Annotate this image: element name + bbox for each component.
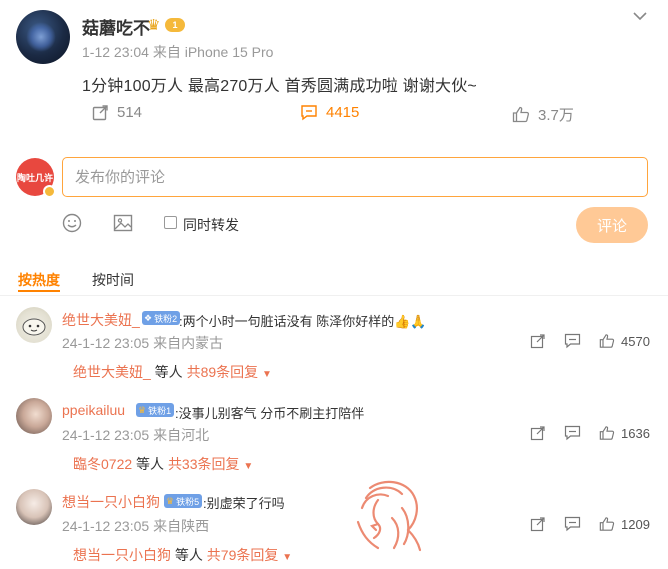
fan-badge: ♛ 铁粉1 xyxy=(136,403,175,417)
thumbs-up-icon[interactable] xyxy=(599,425,615,441)
post-meta: 1-12 23:04 来自 iPhone 15 Pro xyxy=(82,42,273,62)
reply-others-label: 等人 xyxy=(132,456,168,472)
comment-button[interactable]: 4415 xyxy=(300,104,359,121)
verified-icon xyxy=(43,185,56,198)
watermark-illustration xyxy=(348,478,428,554)
repost-count: 514 xyxy=(117,104,143,121)
comment-location: 来自河北 xyxy=(153,427,210,443)
like-button[interactable]: 3.7万 xyxy=(512,104,574,125)
repost-button[interactable]: 514 xyxy=(92,104,142,121)
thumbs-up-icon[interactable] xyxy=(599,333,615,349)
active-tab-underline xyxy=(18,290,60,292)
post-source: 来自 iPhone 15 Pro xyxy=(152,44,274,60)
tab-sort-time[interactable]: 按时间 xyxy=(92,270,134,290)
reply-icon[interactable] xyxy=(564,333,581,349)
reply-icon[interactable] xyxy=(564,516,581,532)
submit-comment-button[interactable]: 评论 xyxy=(576,207,648,243)
reply-count[interactable]: 共89条回复 xyxy=(187,364,259,380)
thumbs-up-icon[interactable] xyxy=(599,516,615,532)
reply-author[interactable]: 绝世大美妞_ xyxy=(73,364,151,380)
comment-meta: 24-1-12 23:05 来自河北 xyxy=(62,425,209,445)
comment-text: :两个小时一句脏话没有 陈泽你好样的👍🙏 xyxy=(179,314,427,329)
share-icon[interactable] xyxy=(530,516,546,532)
comment-time: 24-1-12 23:05 xyxy=(62,518,150,534)
comment-count: 4415 xyxy=(326,104,360,121)
comment-like-count: 4570 xyxy=(621,333,650,349)
crown-icon: ♛ xyxy=(138,404,147,415)
reply-others-label: 等人 xyxy=(150,364,187,380)
comment-location: 来自内蒙古 xyxy=(153,335,224,351)
comment-avatar[interactable] xyxy=(16,307,52,343)
fan-badge: ♛ 铁粉5 xyxy=(164,494,203,508)
reply-summary[interactable]: 想当一只小白狗 等人 共79条回复 ▼ xyxy=(73,545,292,565)
comment-like-count: 1209 xyxy=(621,516,650,532)
comment-meta: 24-1-12 23:05 来自陕西 xyxy=(62,516,209,536)
comment-author[interactable]: 想当一只小白狗 xyxy=(62,492,160,512)
comment-location: 来自陕西 xyxy=(153,518,210,534)
divider xyxy=(0,295,668,296)
comment-avatar[interactable] xyxy=(16,489,52,525)
comment-meta: 24-1-12 23:05 来自内蒙古 xyxy=(62,333,223,353)
reply-author[interactable]: 臨冬0722 xyxy=(73,456,132,472)
crown-icon: ♛ xyxy=(147,17,161,34)
caret-down-icon: ▼ xyxy=(282,552,293,563)
author-name[interactable]: 菇蘑吃不 xyxy=(82,14,150,39)
my-avatar-text: 陶吐几许 xyxy=(16,172,53,183)
chevron-down-icon[interactable] xyxy=(633,8,647,26)
author-avatar[interactable] xyxy=(16,10,70,64)
reply-count[interactable]: 共79条回复 xyxy=(207,547,279,563)
reply-others-label: 等人 xyxy=(171,547,207,563)
repost-checkbox[interactable] xyxy=(164,216,177,229)
reply-author[interactable]: 想当一只小白狗 xyxy=(73,547,171,563)
reply-icon[interactable] xyxy=(564,425,581,441)
post-time[interactable]: 1-12 23:04 xyxy=(82,44,149,60)
reply-summary[interactable]: 绝世大美妞_ 等人 共89条回复 ▼ xyxy=(73,362,272,382)
image-icon[interactable] xyxy=(113,213,133,238)
post-text: 1分钟100万人 最高270万人 首秀圆满成功啦 谢谢大伙~ xyxy=(82,78,477,95)
caret-down-icon: ▼ xyxy=(243,461,254,472)
thumbs-up-icon xyxy=(512,106,530,123)
share-icon[interactable] xyxy=(530,425,546,441)
comment-input[interactable] xyxy=(62,157,648,197)
crown-icon: ♛ xyxy=(166,495,175,506)
comment-text: :没事儿别客气 分币不刷主打陪伴 xyxy=(175,406,365,421)
fan-badge: ❖ 铁粉2 xyxy=(142,311,181,325)
comment-author[interactable]: ppeikailuu xyxy=(62,402,125,418)
comment-author[interactable]: 绝世大美妞_ xyxy=(62,310,140,330)
caret-down-icon: ▼ xyxy=(262,369,272,380)
emoji-icon[interactable] xyxy=(62,213,82,238)
comment-actions: 4570 xyxy=(530,333,650,349)
comment-actions: 1209 xyxy=(530,516,650,532)
like-count: 3.7万 xyxy=(538,107,574,124)
comment-actions: 1636 xyxy=(530,425,650,441)
repost-icon xyxy=(92,104,109,121)
comment-avatar[interactable] xyxy=(16,398,52,434)
comment-like-count: 1636 xyxy=(621,425,650,441)
comment-icon xyxy=(300,104,318,121)
fan-badge-icon: ❖ xyxy=(144,312,153,323)
comment-time: 24-1-12 23:05 xyxy=(62,427,150,443)
reply-count[interactable]: 共33条回复 xyxy=(168,456,240,472)
share-icon[interactable] xyxy=(530,333,546,349)
reply-summary[interactable]: 臨冬0722 等人 共33条回复 ▼ xyxy=(73,454,253,474)
my-avatar[interactable]: 陶吐几许 xyxy=(16,158,56,198)
tab-sort-hot[interactable]: 按热度 xyxy=(18,270,60,290)
repost-checkbox-label: 同时转发 xyxy=(183,217,239,233)
vip-level-badge: 1 xyxy=(165,18,185,32)
comment-time: 24-1-12 23:05 xyxy=(62,335,150,351)
comment-text: :别虚荣了行吗 xyxy=(203,496,285,511)
